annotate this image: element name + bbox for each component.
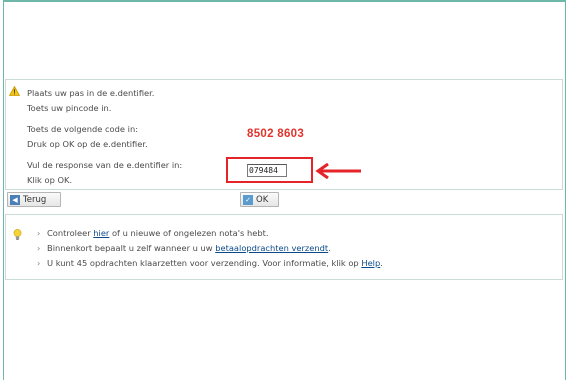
challenge-code: 8502 8603 — [247, 128, 305, 140]
info-bullet-help: › U kunt 45 opdrachten klaarzetten voor v… — [37, 258, 383, 268]
chevron-right-icon: › — [37, 243, 41, 253]
ok-button[interactable]: ✓ OK — [240, 192, 279, 207]
instruction-enter-code: Toets de volgende code in: — [27, 124, 138, 134]
check-icon: ✓ — [243, 194, 253, 205]
invoices-link[interactable]: hier — [93, 228, 109, 238]
back-button-label: Terug — [23, 194, 47, 205]
payment-orders-link[interactable]: betaalopdrachten verzendt — [215, 243, 328, 253]
instruction-insert-card: Plaats uw pas in de e.dentifier. — [27, 88, 155, 98]
info-bullet-orders: › Binnenkort bepaalt u zelf wanneer u uw … — [37, 243, 331, 253]
lightbulb-icon — [13, 229, 22, 240]
info-bullet-invoices: › Controleer hier of u nieuwe of ongeleze… — [37, 228, 269, 238]
highlight-arrow-icon — [315, 163, 361, 179]
instruction-press-ok: Druk op OK op de e.dentifier. — [27, 139, 148, 149]
instruction-enter-pin: Toets uw pincode in. — [27, 103, 112, 113]
back-button[interactable]: ◀ Terug — [7, 192, 61, 207]
instruction-enter-response: Vul de response van de e.dentifier in: — [27, 160, 183, 170]
chevron-right-icon: › — [37, 228, 41, 238]
window-frame — [3, 0, 566, 380]
instruction-click-ok: Klik op OK. — [27, 175, 73, 185]
response-input[interactable]: 079484 — [247, 164, 287, 177]
warning-icon — [9, 86, 20, 96]
help-link[interactable]: Help — [361, 258, 380, 268]
back-arrow-icon: ◀ — [10, 194, 20, 205]
chevron-right-icon: › — [37, 258, 41, 268]
ok-button-label: OK — [256, 194, 269, 205]
